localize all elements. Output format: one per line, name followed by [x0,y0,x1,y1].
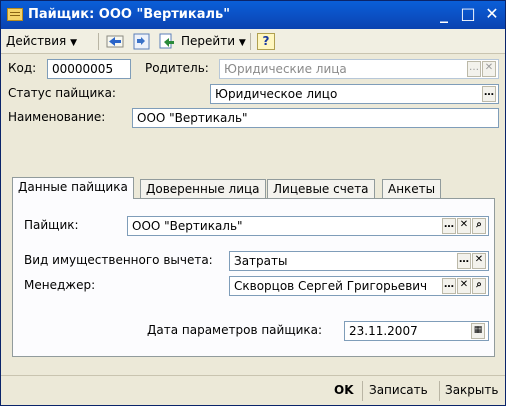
tab-personal-accounts[interactable]: Лицевые счета [267,179,375,198]
chevron-down-icon: ▼ [238,38,246,48]
actions-menu[interactable]: Действия ▼ [6,34,77,48]
clear-icon[interactable]: ✕ [457,218,471,234]
save-button[interactable]: Записать [369,383,428,397]
title-bar[interactable]: Пайщик: ООО "Вертикаль" _ □ ✕ [1,1,505,29]
maximize-icon[interactable]: □ [457,5,479,25]
select-button[interactable]: … [482,86,496,102]
code-field[interactable]: 00000005 [47,59,131,79]
toolbar-separator [250,33,251,50]
select-button[interactable]: … [467,61,481,77]
goto-menu-label: Перейти [181,34,235,48]
toolbar: Действия ▼ Перейти ▼ ? [1,29,505,54]
manager-value: Скворцов Сергей Григорьевич [234,279,428,293]
button-separator [362,381,363,401]
name-label: Наименование: [8,110,106,124]
parent-field[interactable]: Юридические лица … ✕ [219,59,499,79]
minimize-icon[interactable]: _ [433,5,455,25]
search-icon[interactable]: ⌕ [472,278,486,294]
status-value: Юридическое лицо [215,87,338,101]
button-separator [439,381,440,401]
catalog-icon [7,8,23,21]
tab-shareholder-data[interactable]: Данные пайщика [12,177,134,199]
actions-menu-label: Действия [6,34,67,48]
date-label: Дата параметров пайщика: [147,323,323,337]
button-bar: OK Записать Закрыть [1,375,505,405]
deduction-field[interactable]: Затраты … ✕ [229,251,489,271]
date-field[interactable]: 23.11.2007 ▦ [344,321,489,341]
close-icon[interactable]: ✕ [481,5,503,25]
clear-icon[interactable]: ✕ [482,61,496,77]
name-field[interactable]: ООО "Вертикаль" [132,108,499,128]
refresh-icon[interactable] [133,33,151,50]
select-button[interactable]: … [442,218,456,234]
toolbar-separator [98,33,99,50]
help-icon[interactable]: ? [257,33,275,50]
status-label: Статус пайщика: [8,86,116,100]
clear-icon[interactable]: ✕ [472,253,486,269]
manager-field[interactable]: Скворцов Сергей Григорьевич … ✕ ⌕ [229,276,489,296]
select-button[interactable]: … [457,253,471,269]
shareholder-field[interactable]: ООО "Вертикаль" … ✕ ⌕ [127,216,489,236]
goto-menu[interactable]: Перейти ▼ [181,34,246,48]
status-field[interactable]: Юридическое лицо … [210,84,499,104]
code-label: Код: [8,61,37,75]
search-icon[interactable]: ⌕ [472,218,486,234]
tab-panel: Пайщик: ООО "Вертикаль" … ✕ ⌕ Вид имущес… [12,198,495,357]
shareholder-label: Пайщик: [24,218,79,232]
structure-icon[interactable] [158,33,176,50]
ok-button[interactable]: OK [334,383,354,397]
deduction-value: Затраты [234,254,288,268]
calendar-icon[interactable]: ▦ [471,323,485,339]
date-value: 23.11.2007 [349,324,418,338]
select-button[interactable]: … [442,278,456,294]
form-window: Пайщик: ООО "Вертикаль" _ □ ✕ Действия ▼… [0,0,506,406]
chevron-down-icon: ▼ [70,38,77,48]
go-to-parent-icon[interactable] [106,33,124,50]
parent-label: Родитель: [145,61,209,75]
manager-label: Менеджер: [24,278,96,292]
parent-value: Юридические лица [224,62,347,76]
tab-questionnaires[interactable]: Анкеты [382,179,442,198]
window-title: Пайщик: ООО "Вертикаль" [28,7,231,22]
tab-trusted-persons[interactable]: Доверенные лица [140,179,266,198]
shareholder-value: ООО "Вертикаль" [132,219,243,233]
close-button[interactable]: Закрыть [445,383,498,397]
deduction-label: Вид имущественного вычета: [24,253,213,267]
clear-icon[interactable]: ✕ [457,278,471,294]
